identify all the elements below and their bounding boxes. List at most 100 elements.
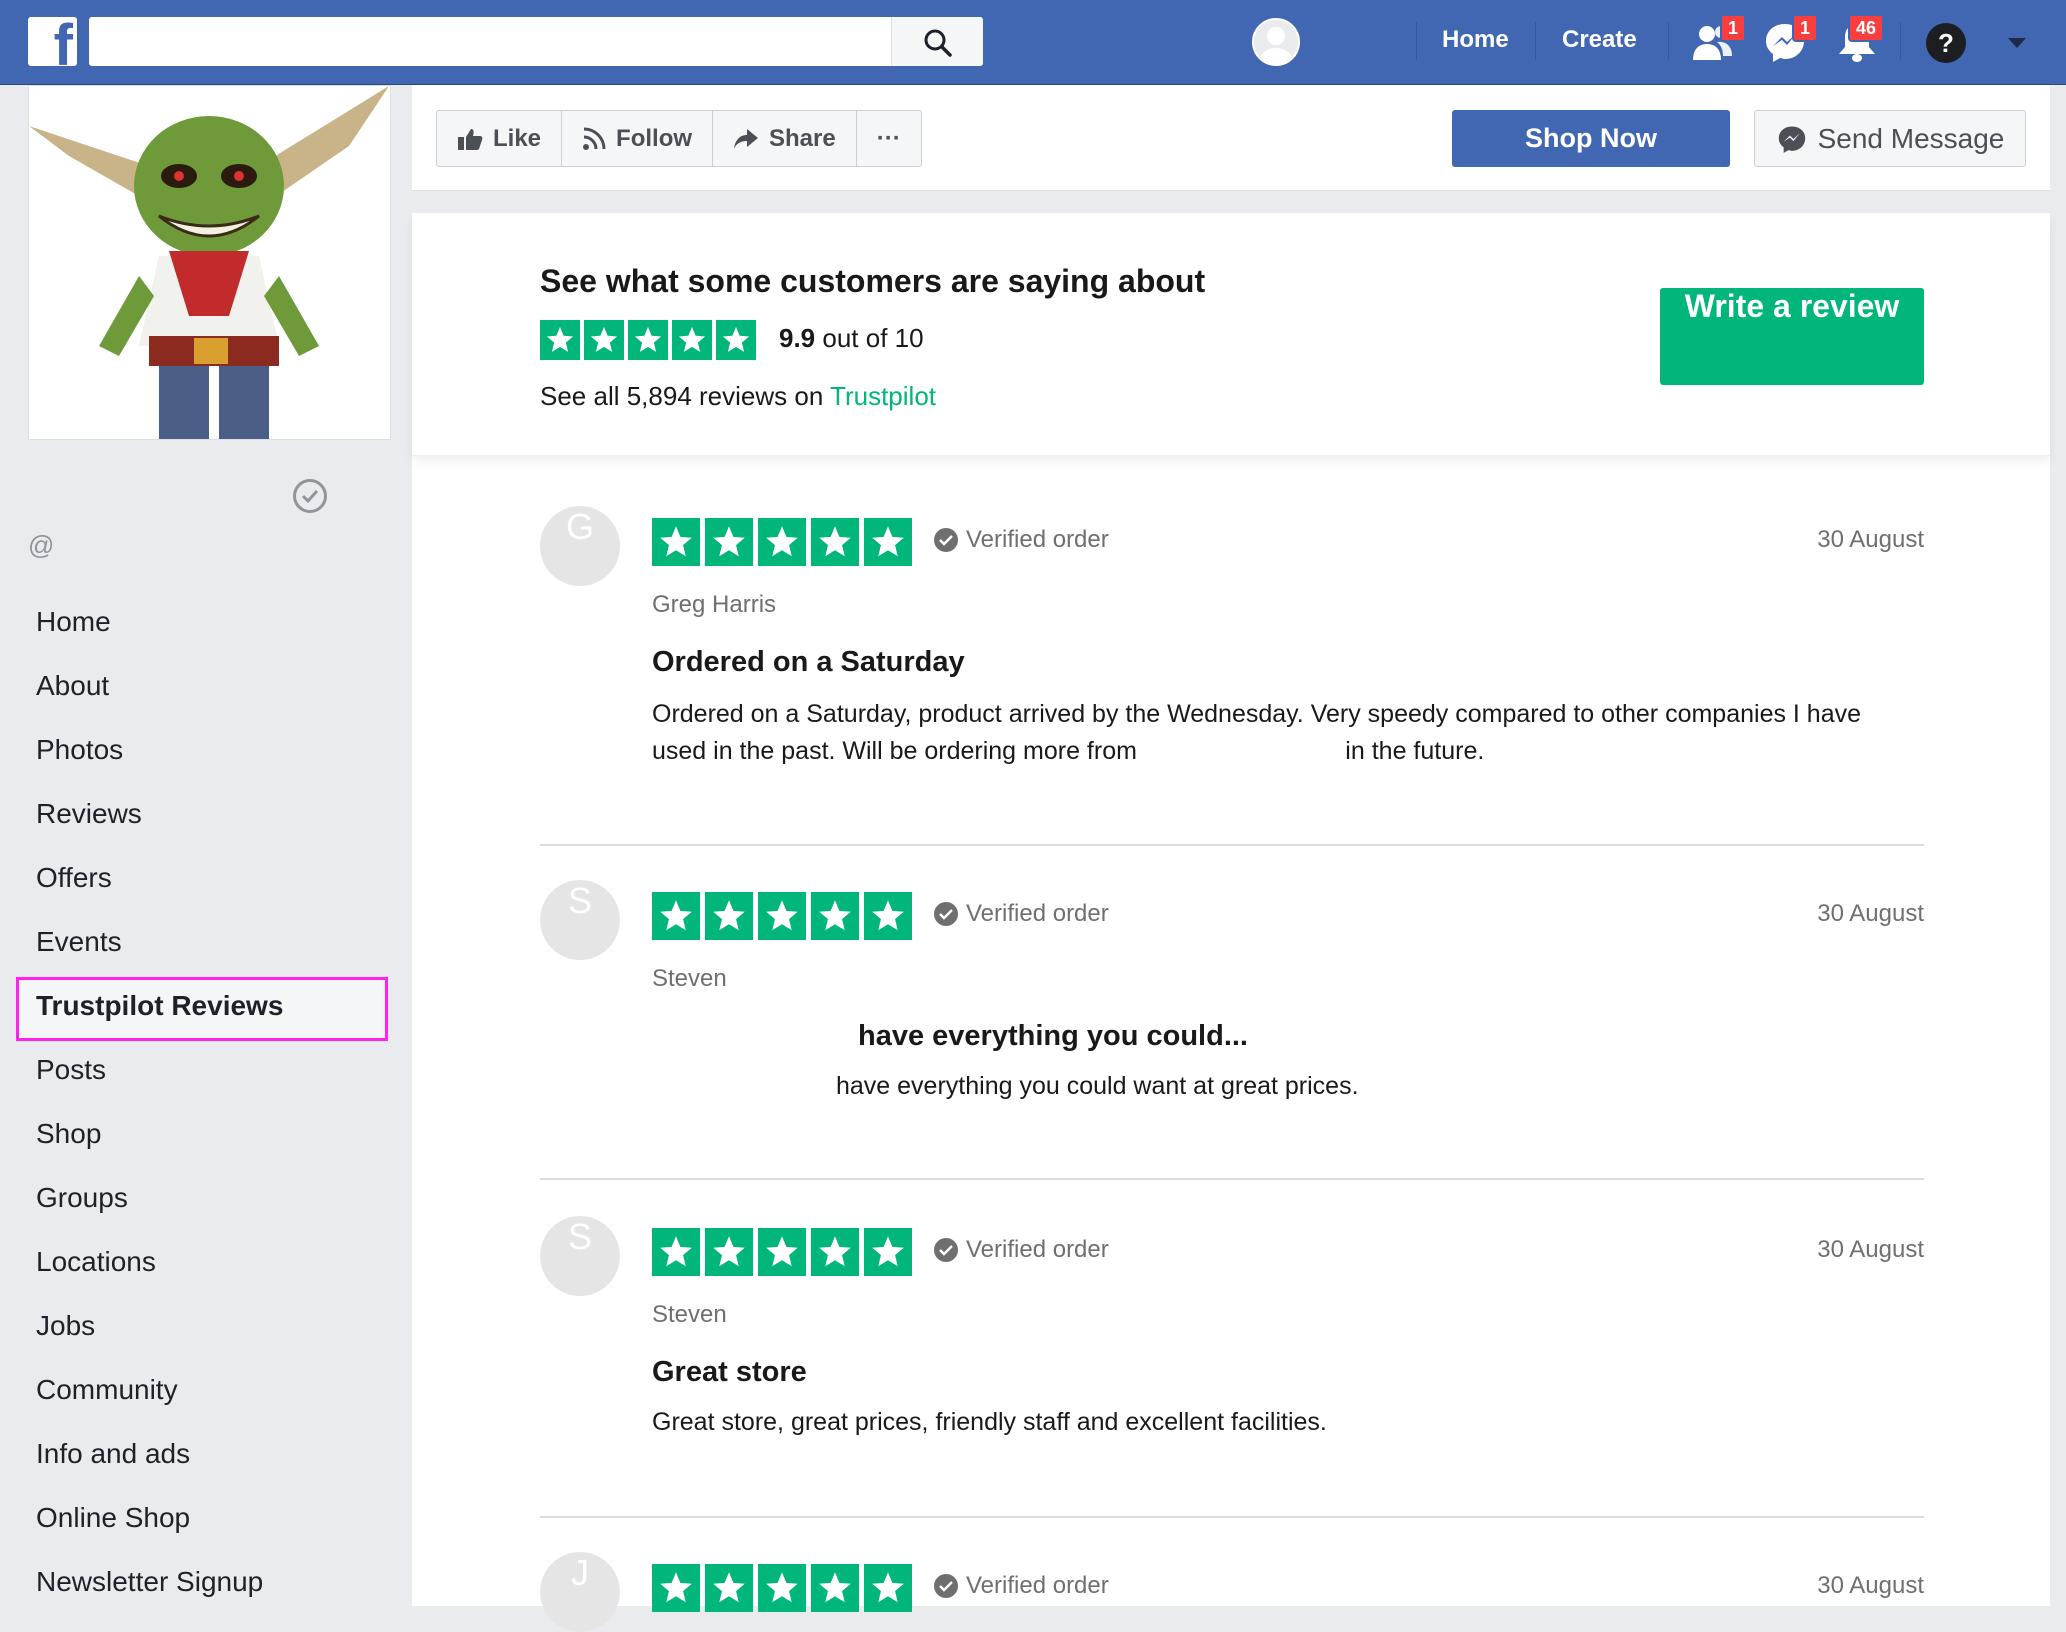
review-card: S Verified order 30 August Steven have e… (540, 880, 1924, 1180)
messenger-icon (1778, 125, 1805, 153)
review-card: S Verified order 30 August Steven Great … (540, 1216, 1924, 1518)
sidebar-item-about[interactable]: About (16, 657, 388, 721)
share-button[interactable]: Share (713, 111, 857, 166)
help-icon[interactable]: ? (1926, 23, 1966, 63)
star-icon (758, 518, 806, 566)
star-icon (864, 1564, 912, 1612)
sidebar-item-online-shop[interactable]: Online Shop (16, 1489, 388, 1553)
sidebar-item-reviews[interactable]: Reviews (16, 785, 388, 849)
sidebar-item-trustpilot-reviews[interactable]: Trustpilot Reviews (16, 977, 388, 1041)
friend-requests-button[interactable]: 1 (1690, 14, 1747, 69)
star-icon (705, 1564, 753, 1612)
star-icon (811, 1228, 859, 1276)
friend-requests-badge: 1 (1720, 14, 1747, 42)
verified-check-icon (934, 1574, 958, 1598)
sidebar-item-locations[interactable]: Locations (16, 1233, 388, 1297)
verified-order: Verified order (934, 900, 1109, 928)
review-date: 30 August (1817, 1236, 1924, 1263)
facebook-logo-letter: f (53, 17, 73, 66)
sidebar-item-groups[interactable]: Groups (16, 1169, 388, 1233)
star-icon (716, 320, 756, 360)
search-input[interactable] (89, 17, 889, 66)
star-icon (652, 892, 700, 940)
overall-rating-stars (540, 320, 756, 360)
top-navigation-bar: f Home Create 1 1 46 ? (0, 0, 2066, 85)
sidebar-item-events[interactable]: Events (16, 913, 388, 977)
reviewer-avatar: J (540, 1552, 620, 1632)
divider (1416, 22, 1417, 60)
profile-avatar[interactable] (1252, 18, 1300, 66)
star-icon (705, 518, 753, 566)
follow-button[interactable]: Follow (562, 111, 714, 166)
account-menu-caret-icon[interactable] (2008, 38, 2026, 48)
nav-home-link[interactable]: Home (1442, 26, 1509, 54)
review-body: Great store, great prices, friendly staf… (652, 1408, 1327, 1436)
review-card: G Verified order 30 August Greg Harris O… (540, 506, 1924, 846)
page-sidebar-nav: Home About Photos Reviews Offers Events Trustp… (16, 593, 388, 1617)
thumbs-up-icon (458, 128, 483, 150)
divider (1668, 22, 1669, 60)
reviewer-avatar: S (540, 1216, 620, 1296)
divider (1535, 22, 1536, 60)
trustscore-value: 9.9 (779, 323, 816, 353)
sidebar-item-home[interactable]: Home (16, 593, 388, 657)
review-date: 30 August (1817, 526, 1924, 553)
more-options-icon: ··· (876, 124, 901, 152)
star-icon (584, 320, 624, 360)
nav-create-link[interactable]: Create (1562, 26, 1637, 54)
review-rating-stars (652, 1564, 912, 1612)
star-icon (672, 320, 712, 360)
review-date: 30 August (1817, 1572, 1924, 1599)
review-rating-stars (652, 518, 912, 566)
more-options-button[interactable]: ··· (857, 111, 921, 166)
review-body-line: Ordered on a Saturday, product arrived b… (652, 700, 1862, 728)
sidebar-item-jobs[interactable]: Jobs (16, 1297, 388, 1361)
search-button[interactable] (891, 17, 983, 66)
sidebar-item-shop[interactable]: Shop (16, 1105, 388, 1169)
like-label: Like (493, 124, 542, 152)
shop-now-button[interactable]: Shop Now (1452, 110, 1730, 167)
star-icon (811, 518, 859, 566)
star-icon (864, 518, 912, 566)
sidebar-item-posts[interactable]: Posts (16, 1041, 388, 1105)
star-icon (540, 320, 580, 360)
verified-check-icon (293, 479, 327, 513)
sidebar-item-photos[interactable]: Photos (16, 721, 388, 785)
send-message-button[interactable]: Send Message (1754, 110, 2026, 167)
verified-label: Verified order (966, 1236, 1109, 1263)
review-rating-stars (652, 892, 912, 940)
sidebar-item-newsletter-signup[interactable]: Newsletter Signup (16, 1553, 388, 1617)
verified-order: Verified order (934, 1236, 1109, 1264)
review-title: have everything you could... (858, 1020, 1248, 1052)
star-icon (652, 1564, 700, 1612)
user-silhouette-icon (1260, 27, 1292, 64)
see-all-text: See all 5,894 reviews on (540, 381, 831, 411)
star-icon (652, 518, 700, 566)
verified-label: Verified order (966, 900, 1109, 927)
review-body: Ordered on a Saturday, product arrived b… (652, 696, 1861, 770)
notifications-button[interactable]: 46 (1834, 14, 1885, 69)
page-profile-picture[interactable] (28, 85, 391, 440)
send-message-label: Send Message (1817, 122, 2005, 154)
verified-label: Verified order (966, 526, 1109, 553)
write-review-button[interactable]: Write a review (1660, 288, 1924, 385)
goblin-mascot-image (29, 86, 390, 439)
star-icon (758, 1228, 806, 1276)
search-box (89, 17, 983, 66)
page-actions-group: Like Follow Share ··· (436, 110, 922, 167)
facebook-logo-icon[interactable]: f (28, 17, 77, 66)
see-all-reviews: See all 5,894 reviews on Trustpilot (540, 381, 936, 412)
sidebar-item-community[interactable]: Community (16, 1361, 388, 1425)
star-icon (864, 892, 912, 940)
trustpilot-widget: See what some customers are saying about… (412, 213, 2050, 1632)
like-button[interactable]: Like (437, 111, 563, 166)
messages-button[interactable]: 1 (1762, 14, 1819, 69)
reviewer-name: Steven (652, 1301, 727, 1328)
trustpilot-link[interactable]: Trustpilot (830, 381, 936, 411)
page-username[interactable]: @ (28, 530, 54, 561)
star-icon (652, 1228, 700, 1276)
search-icon (924, 29, 952, 57)
verified-order: Verified order (934, 526, 1109, 554)
sidebar-item-offers[interactable]: Offers (16, 849, 388, 913)
sidebar-item-info-and-ads[interactable]: Info and ads (16, 1425, 388, 1489)
